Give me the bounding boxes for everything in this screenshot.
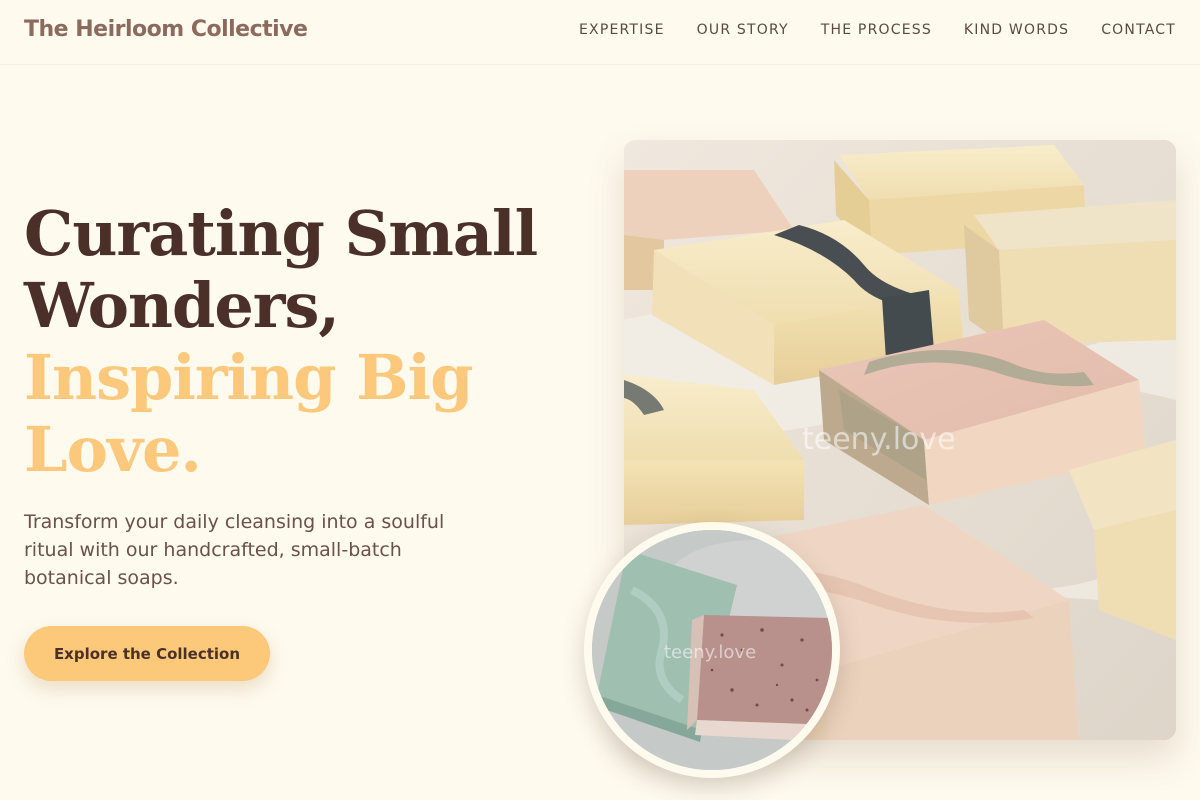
nav-kind-words[interactable]: KIND WORDS (964, 22, 1069, 38)
nav-the-process[interactable]: THE PROCESS (821, 22, 932, 38)
explore-collection-button[interactable]: Explore the Collection (24, 626, 270, 681)
nav-expertise[interactable]: EXPERTISE (579, 22, 665, 38)
nav-contact[interactable]: CONTACT (1101, 22, 1176, 38)
green-and-pink-soap-illustration (592, 530, 832, 770)
headline-accent-line-2: Love. (24, 413, 202, 486)
main-nav: EXPERTISE OUR STORY THE PROCESS KIND WOR… (579, 22, 1176, 38)
nav-our-story[interactable]: OUR STORY (697, 22, 789, 38)
site-header: The Heirloom Collective EXPERTISE OUR ST… (0, 0, 1200, 65)
soap-closeup-photo: teeny.love (584, 522, 840, 778)
brand-logo[interactable]: The Heirloom Collective (24, 17, 308, 42)
headline-line-2: Wonders, (24, 269, 340, 342)
hero-headline: Curating Small Wonders, Inspiring Big Lo… (24, 197, 538, 486)
hero-subtitle: Transform your daily cleansing into a so… (24, 511, 445, 589)
headline-accent-line-1: Inspiring Big (24, 341, 473, 414)
headline-line-1: Curating Small (24, 197, 538, 270)
